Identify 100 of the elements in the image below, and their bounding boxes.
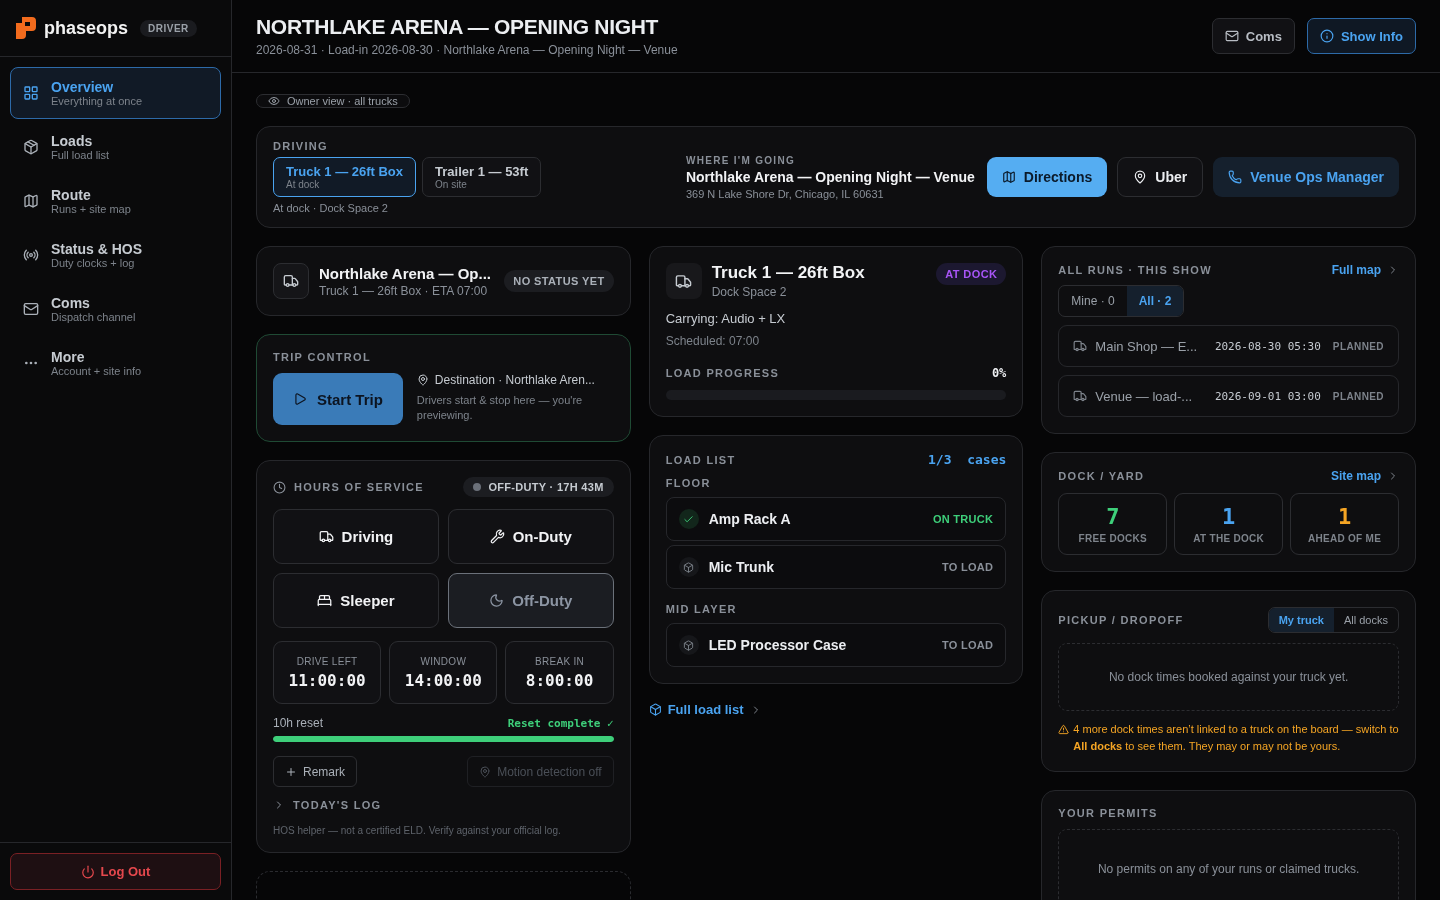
vehicle-option[interactable]: Truck 1 — 26ft Box At dock xyxy=(273,157,417,197)
nav-item[interactable]: Route Runs + site map xyxy=(10,175,221,227)
trip-note: Drivers start & stop here — you're previewing. xyxy=(416,393,584,424)
filter-tab[interactable]: My truck xyxy=(1268,608,1334,632)
load-item[interactable]: Mic Trunk TO LOAD xyxy=(665,545,1007,589)
action-button[interactable]: Directions xyxy=(986,157,1108,197)
duty-icon xyxy=(318,529,334,544)
nav-item[interactable]: Overview Everything at once xyxy=(10,67,221,119)
warning-text: 4 more dock times aren’t linked to a truck on the board — switch to All docks to see them. They may or may not be yours. xyxy=(1073,722,1399,755)
duty-button[interactable]: Sleeper xyxy=(273,573,439,628)
run-status: PLANNED xyxy=(1332,340,1384,352)
full-load-list-link[interactable]: Full load list xyxy=(648,702,1024,717)
nav-item[interactable]: More Account + site info xyxy=(10,337,221,389)
full-map-link[interactable]: Full map xyxy=(1331,263,1399,277)
site-map-link[interactable]: Site map xyxy=(1330,469,1399,483)
nav-icon xyxy=(23,139,39,155)
view-chip[interactable]: Owner view · all trucks xyxy=(256,94,410,108)
truck-icon xyxy=(1073,339,1088,353)
section-label: YOUR PERMITS xyxy=(1058,807,1159,820)
item-status: TO LOAD xyxy=(941,639,994,651)
vehicle-location: At dock · Dock Space 2 xyxy=(273,202,389,214)
nav-label: Status & HOS xyxy=(51,241,142,257)
clock-icon xyxy=(273,480,286,494)
duty-status-text: OFF-DUTY · 17H 43M xyxy=(488,481,604,493)
duty-button[interactable]: On-Duty xyxy=(447,509,614,564)
run-name: Main Shop — E... xyxy=(1095,338,1199,354)
filter-tab[interactable]: All docks xyxy=(1333,608,1398,632)
eye-icon xyxy=(268,95,280,107)
clock-label: BREAK IN xyxy=(535,655,585,667)
box-icon xyxy=(648,703,662,716)
pin-icon xyxy=(1133,170,1148,184)
action-button[interactable]: Uber xyxy=(1117,157,1204,197)
brand-logo-icon xyxy=(16,17,36,39)
nav-subtitle: Full load list xyxy=(51,149,110,161)
clock-value: 11:00:00 xyxy=(288,670,366,690)
item-status: ON TRUCK xyxy=(932,513,994,525)
page-subtitle: 2026-08-31 · Load-in 2026-08-30 · Northlake Arena — Opening Night — Venue xyxy=(256,43,678,57)
plus-icon xyxy=(285,765,297,778)
section-label: DOCK / YARD xyxy=(1058,470,1145,482)
info-icon xyxy=(1319,29,1334,43)
header-button[interactable]: Show Info xyxy=(1306,18,1416,54)
log-toggle[interactable]: TODAY'S LOG xyxy=(273,799,382,811)
case-count: 1/3 cases xyxy=(928,452,1007,467)
destination-address: 369 N Lake Shore Dr, Chicago, IL 60631 xyxy=(685,187,885,200)
start-trip-button[interactable]: Start Trip xyxy=(273,373,403,425)
run-title: Northlake Arena — Op... xyxy=(319,264,492,282)
stat-value: 1 xyxy=(1337,504,1352,529)
role-badge: DRIVER xyxy=(140,19,197,37)
duty-icon xyxy=(317,593,333,608)
phone-icon xyxy=(1228,170,1243,184)
nav-item[interactable]: Status & HOS Duty clocks + log xyxy=(10,229,221,281)
item-status: TO LOAD xyxy=(941,561,994,573)
nav-subtitle: Account + site info xyxy=(51,365,142,377)
section-label: HOURS OF SERVICE xyxy=(294,481,424,493)
run-item[interactable]: Venue — load-... 2026-09-01 03:00 PLANNED xyxy=(1058,375,1399,417)
item-name: LED Processor Case xyxy=(708,637,848,653)
status-pill: NO STATUS YET xyxy=(504,270,614,292)
filter-tab[interactable]: All · 2 xyxy=(1126,286,1184,316)
nav-subtitle: Dispatch channel xyxy=(51,311,136,323)
nav-icon xyxy=(23,301,39,317)
group-label: FLOOR xyxy=(665,477,712,489)
logout-button[interactable]: Log Out xyxy=(10,853,221,890)
stat-label: AT THE DOCK xyxy=(1193,533,1265,544)
item-name: Mic Trunk xyxy=(708,559,775,575)
item-name: Amp Rack A xyxy=(708,511,792,527)
stat-value: 1 xyxy=(1222,504,1236,529)
reset-status: Reset complete ✓ xyxy=(507,716,614,730)
load-item[interactable]: Amp Rack A ON TRUCK xyxy=(665,497,1007,541)
vehicle-status: On site xyxy=(435,179,468,190)
nav-subtitle: Runs + site map xyxy=(51,203,131,215)
map-icon xyxy=(1001,170,1016,184)
duty-icon xyxy=(489,529,505,544)
nav-item[interactable]: Coms Dispatch channel xyxy=(10,283,221,335)
section-label: TRIP CONTROL xyxy=(273,351,372,363)
stat-value: 7 xyxy=(1106,504,1120,529)
duty-button[interactable]: Off-Duty xyxy=(447,573,614,628)
nav-item[interactable]: Loads Full load list xyxy=(10,121,221,173)
header-button[interactable]: Coms xyxy=(1211,18,1295,54)
progress-reading: 0% xyxy=(991,366,1007,380)
power-icon xyxy=(80,864,95,879)
duty-icon xyxy=(489,593,505,608)
nav-subtitle: Everything at once xyxy=(51,95,143,107)
status-dot xyxy=(473,483,482,491)
duty-button[interactable]: Driving xyxy=(273,509,439,564)
run-time: 2026-09-01 03:00 xyxy=(1214,389,1321,403)
clock-label: DRIVE LEFT xyxy=(296,655,358,667)
mail-icon xyxy=(1224,29,1239,43)
play-icon xyxy=(293,392,307,406)
empty-state: No permits on any of your runs or claimed trucks. xyxy=(1058,829,1399,900)
action-button[interactable]: Venue Ops Manager xyxy=(1213,157,1399,197)
status-pill: AT DOCK xyxy=(936,263,1007,285)
filter-tab[interactable]: Mine · 0 xyxy=(1059,286,1127,316)
section-label: PICKUP / DROPOFF xyxy=(1058,614,1184,626)
remark-button[interactable]: Remark xyxy=(273,756,357,787)
vehicle-option[interactable]: Trailer 1 — 53ft On site xyxy=(422,157,542,197)
scheduled-text: Scheduled: 07:00 xyxy=(665,334,761,348)
load-item[interactable]: LED Processor Case TO LOAD xyxy=(665,623,1007,667)
run-item[interactable]: Main Shop — E... 2026-08-30 05:30 PLANNED xyxy=(1058,325,1399,367)
section-label: DRIVING xyxy=(273,140,329,152)
truck-subtitle: Dock Space 2 xyxy=(711,285,788,299)
